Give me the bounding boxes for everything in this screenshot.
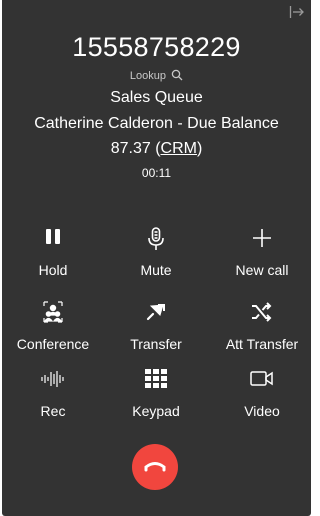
rec-button[interactable]: Rec (3, 367, 103, 419)
new-call-label: New call (235, 262, 289, 278)
waveform-icon (3, 367, 103, 393)
video-label: Video (244, 403, 280, 419)
att-transfer-button[interactable]: Att Transfer (212, 300, 312, 352)
hangup-phone-icon (143, 460, 167, 474)
call-timer: 00:11 (141, 166, 172, 180)
keypad-icon (106, 367, 206, 393)
lookup-link[interactable]: Lookup (2, 69, 311, 82)
hold-label: Hold (38, 262, 68, 278)
microphone-icon (106, 226, 206, 252)
mute-button[interactable]: Mute (106, 226, 206, 278)
mute-label: Mute (140, 262, 172, 278)
call-panel: 15558758229 Lookup Sales Queue Catherine… (2, 0, 311, 516)
rec-label: Rec (40, 403, 66, 419)
video-button[interactable]: Video (212, 367, 312, 419)
amount-line: 87.37 (CRM) (2, 140, 311, 158)
hangup-button[interactable] (132, 444, 178, 490)
transfer-label: Transfer (130, 336, 182, 352)
crm-link[interactable]: CRM (161, 140, 197, 157)
pause-icon (3, 226, 103, 252)
hold-button[interactable]: Hold (3, 226, 103, 278)
transfer-icon (106, 300, 206, 326)
phone-number: 15558758229 (72, 32, 241, 62)
video-camera-icon (212, 367, 312, 393)
lookup-label: Lookup (129, 70, 167, 82)
crm-close-paren: ) (196, 140, 203, 157)
conference-button[interactable]: Conference (3, 300, 103, 352)
transfer-button[interactable]: Transfer (106, 300, 206, 352)
conference-label: Conference (16, 336, 90, 352)
search-icon (171, 69, 183, 81)
keypad-button[interactable]: Keypad (106, 367, 206, 419)
shuffle-icon (212, 300, 312, 326)
new-call-button[interactable]: New call (212, 226, 312, 278)
plus-icon (212, 226, 312, 252)
amount-value: 87.37 (110, 140, 151, 157)
keypad-label: Keypad (132, 403, 180, 419)
att-transfer-label: Att Transfer (225, 336, 299, 352)
caller-name: Catherine Calderon - Due Balance (34, 115, 279, 132)
exit-icon[interactable] (289, 4, 305, 20)
conference-icon (3, 300, 103, 326)
queue-name: Sales Queue (110, 89, 203, 106)
